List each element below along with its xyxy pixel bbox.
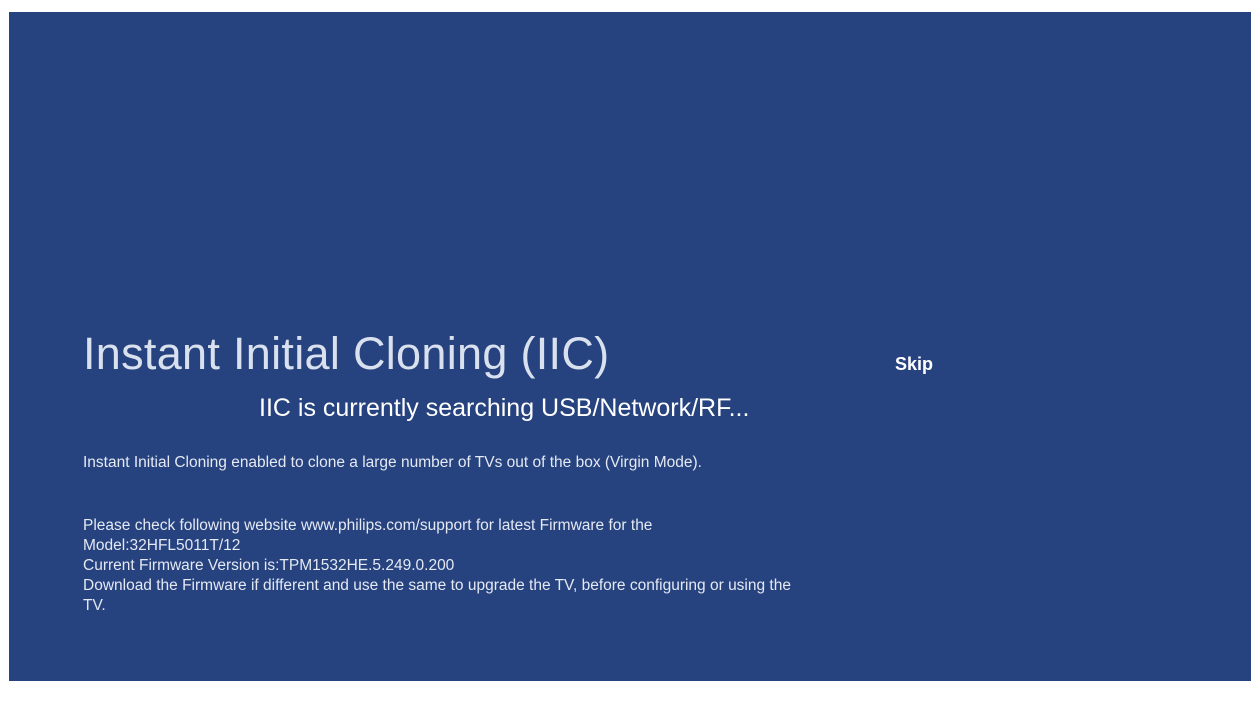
download-instruction-text: Download the Firmware if different and u… [83,577,791,614]
firmware-info: Please check following website www.phili… [83,516,803,616]
check-website-text: Please check following website www.phili… [83,517,653,534]
page-title: Instant Initial Cloning (IIC) [83,328,610,379]
model-text: Model:32HFL5011T/12 [83,537,241,554]
skip-button[interactable]: Skip [895,354,933,375]
iic-screen: Instant Initial Cloning (IIC) IIC is cur… [9,12,1251,681]
description-text: Instant Initial Cloning enabled to clone… [83,454,702,471]
firmware-version-text: Current Firmware Version is:TPM1532HE.5.… [83,557,455,574]
search-status-text: IIC is currently searching USB/Network/R… [259,394,750,422]
